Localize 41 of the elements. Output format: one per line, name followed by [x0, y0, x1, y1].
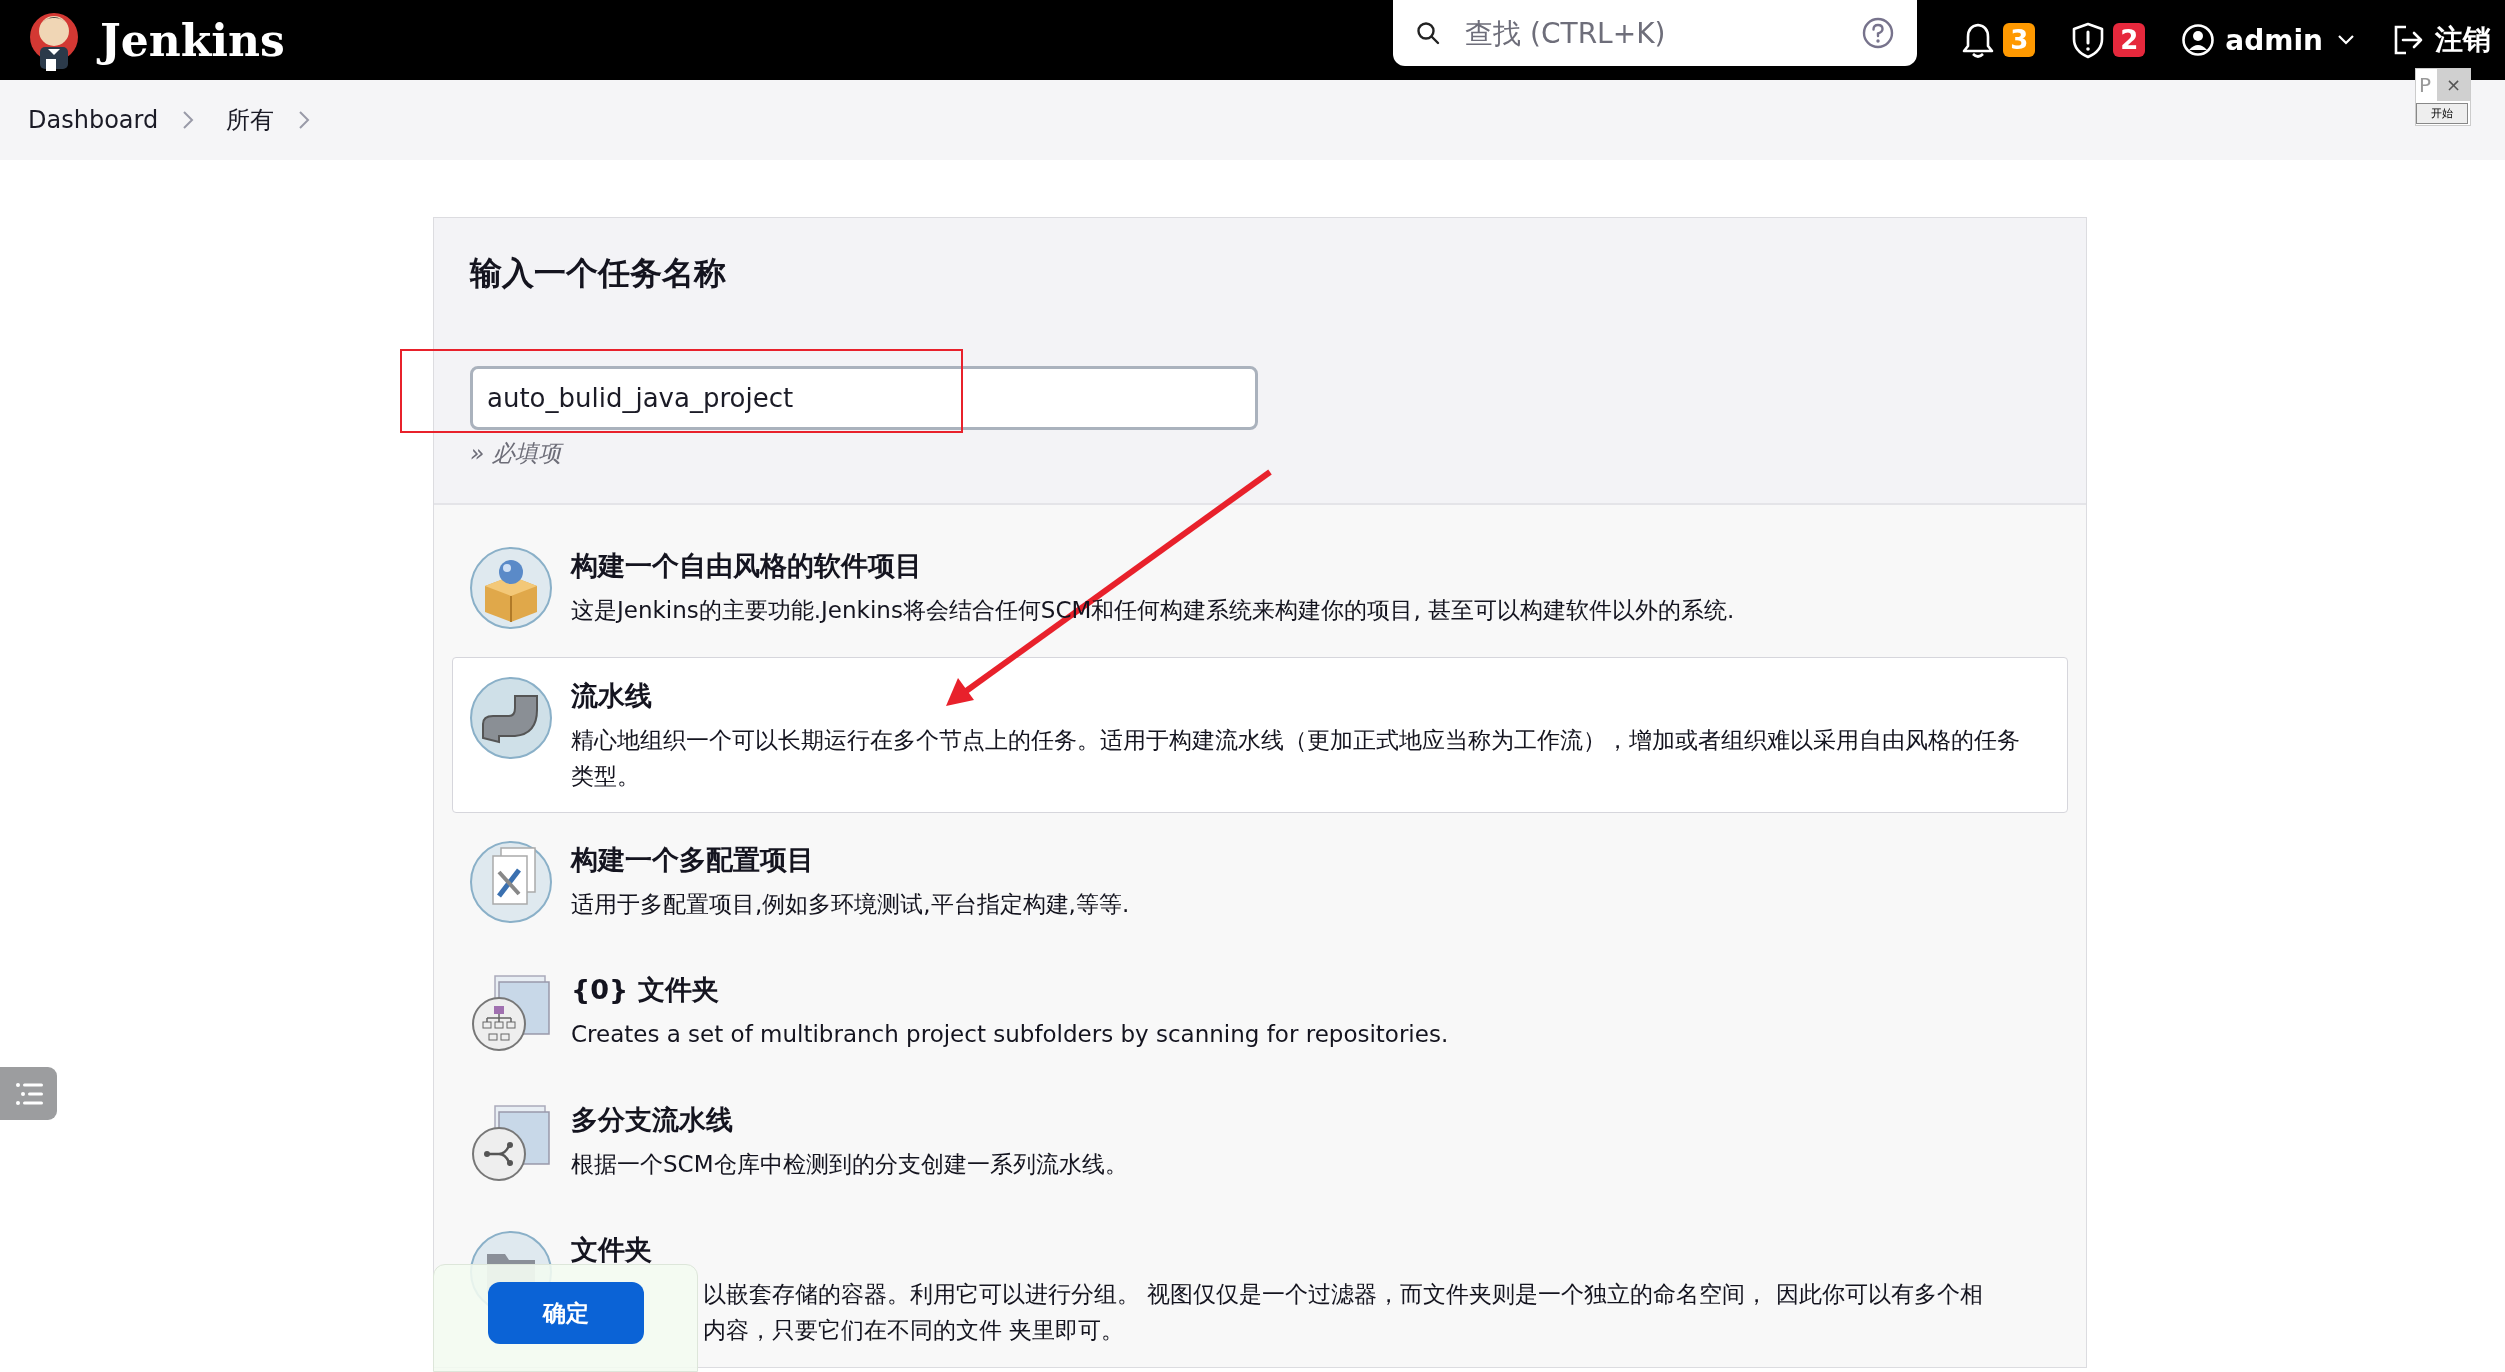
option-title: {0} 文件夹	[571, 973, 720, 1007]
bell-icon[interactable]	[1961, 21, 1996, 59]
shield-icon[interactable]	[2071, 21, 2106, 59]
widget-label: P	[2418, 73, 2433, 97]
option-description: Creates a set of multibranch project subfolders by scanning for repositories.	[571, 1020, 1449, 1049]
start-button[interactable]: 开始	[2416, 103, 2468, 124]
section-heading: 输入一个任务名称	[470, 253, 727, 294]
tools-document-icon	[469, 840, 553, 924]
user-icon	[2181, 23, 2216, 57]
option-description: 适用于多配置项目,例如多环境测试,平台指定构建,等等.	[571, 890, 1130, 919]
user-menu[interactable]: admin	[2225, 23, 2323, 57]
option-description: 根据一个SCM仓库中检测到的分支创建一系列流水线。	[571, 1150, 1128, 1179]
option-title: 构建一个自由风格的软件项目	[571, 549, 923, 583]
name-input-field[interactable]: auto_bulid_java_project	[470, 366, 1258, 430]
option-description: 以嵌套存储的容器。利用它可以进行分组。 视图仅仅是一个过滤器，而文件夹则是一个独立的命名空间， 因此你可以有多个相	[703, 1280, 1983, 1309]
required-hint: » 必填项	[470, 438, 2050, 469]
close-button[interactable]: ×	[2437, 69, 2470, 101]
search-box[interactable]: 查找 (CTRL+K)	[1393, 0, 1918, 66]
option-description: 内容，只要它们在不同的文件 夹里即可。	[703, 1316, 1126, 1345]
breadcrumb-link[interactable]: 所有	[226, 104, 275, 136]
security-count: 2	[2113, 23, 2146, 57]
ok-button[interactable]: 确定	[488, 1282, 644, 1344]
chevron-down-icon[interactable]	[2337, 34, 2355, 46]
notification-count: 3	[2003, 23, 2036, 57]
search-field[interactable]: 查找 (CTRL+K)	[1463, 15, 1840, 51]
option-description: 精心地组织一个可以长期运行在多个节点上的任务。适用于构建流水线（更加正式地应当称为工作流），增加或者组织难以采用自由风格的任务类型。	[571, 726, 2021, 791]
option-title: 文件夹	[571, 1233, 653, 1267]
box-icon	[469, 546, 553, 630]
help-icon[interactable]	[1861, 16, 1896, 50]
option-title: 流水线	[571, 679, 653, 713]
chevron-right-icon	[182, 110, 195, 130]
option-title: 构建一个多配置项目	[571, 843, 815, 877]
chevron-right-icon	[298, 110, 311, 130]
outline-toggle-button[interactable]	[0, 1067, 57, 1120]
search-icon	[1415, 20, 1442, 46]
option-title: 多分支流水线	[571, 1103, 734, 1137]
pipe-icon	[469, 676, 553, 760]
logout-link[interactable]: 注销	[2435, 21, 2491, 59]
breadcrumb-link[interactable]: Dashboard	[28, 106, 159, 134]
project-type-option[interactable]: 流水线 精心地组织一个可以长期运行在多个节点上的任务。适用于构建流水线（更加正式地应当称为工作流），增加或者组织难以采用自由风格的任务类型。	[452, 657, 2068, 813]
list-icon	[13, 1080, 44, 1107]
